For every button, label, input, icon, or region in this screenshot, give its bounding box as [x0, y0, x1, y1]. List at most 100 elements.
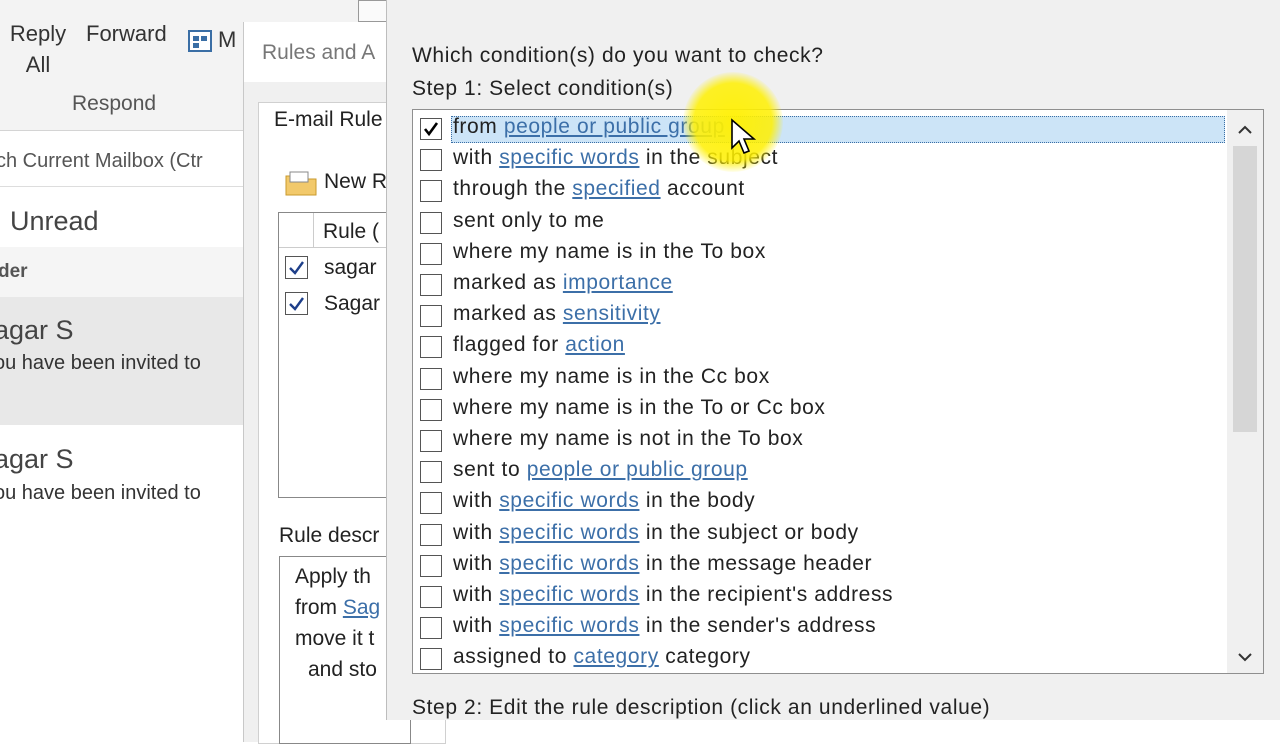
condition-value-link[interactable]: specific words	[499, 489, 639, 512]
condition-checkbox[interactable]	[420, 554, 442, 577]
condition-checkbox[interactable]	[420, 367, 442, 390]
condition-checkbox[interactable]	[420, 149, 442, 172]
conditions-scrollbar[interactable]	[1227, 110, 1263, 673]
condition-text: where my name is in the To or Cc box	[453, 395, 826, 419]
condition-text: marked as	[453, 302, 563, 326]
condition-checkbox[interactable]	[420, 648, 442, 671]
condition-text: in the recipient's address	[639, 583, 894, 606]
condition-text: with	[453, 520, 500, 544]
condition-value-link[interactable]: specific words	[499, 614, 639, 637]
reply-all-button[interactable]: Reply All	[6, 18, 70, 80]
condition-value-link[interactable]: specific words	[499, 552, 639, 575]
rule-row[interactable]: Sagar	[279, 287, 399, 321]
condition-checkbox[interactable]	[420, 617, 442, 640]
condition-label: assigned to category category	[453, 645, 751, 669]
condition-text: flagged for	[453, 333, 566, 357]
condition-label: with specific words in the message heade…	[453, 552, 872, 576]
reply-all-label-line1: Reply	[9, 21, 67, 46]
condition-row[interactable]: marked as sensitivity	[413, 300, 1225, 331]
condition-text: in the subject or body	[639, 520, 859, 544]
condition-row[interactable]: flagged for action	[413, 331, 1225, 362]
condition-label: flagged for action	[453, 333, 625, 357]
condition-value-link[interactable]: specific words	[499, 146, 639, 169]
scroll-thumb[interactable]	[1233, 146, 1257, 432]
condition-row[interactable]: where my name is not in the To box	[413, 425, 1225, 456]
filter-unread-tab[interactable]: Unread	[10, 206, 99, 237]
condition-text: category	[658, 645, 751, 669]
condition-row[interactable]: with specific words in the subject or bo…	[413, 519, 1225, 550]
condition-row[interactable]: from people or public group	[413, 113, 1225, 144]
condition-row[interactable]: with specific words in the sender's addr…	[413, 612, 1225, 643]
condition-label: sent to people or public group	[453, 458, 748, 482]
condition-row[interactable]: with specific words in the body	[413, 487, 1225, 518]
condition-text: marked as	[453, 271, 563, 294]
dialog-title: Rules and A	[262, 41, 376, 64]
description-sender-link[interactable]: Sag	[343, 596, 380, 619]
condition-value-link[interactable]: importance	[563, 271, 673, 294]
condition-checkbox[interactable]	[420, 586, 442, 608]
new-rule-icon	[284, 170, 318, 201]
forward-label: Forward	[86, 21, 167, 46]
condition-value-link[interactable]: category	[573, 645, 658, 668]
condition-row[interactable]: through the specified account	[413, 175, 1225, 206]
condition-checkbox[interactable]	[420, 398, 442, 421]
tab-email-rules[interactable]: E-mail Rule	[274, 108, 383, 132]
condition-value-link[interactable]: specific words	[499, 583, 639, 606]
condition-text: in the message header	[639, 551, 873, 575]
condition-text: with	[453, 551, 500, 575]
condition-checkbox[interactable]	[420, 118, 442, 140]
condition-row[interactable]: where my name is in the To or Cc box	[413, 394, 1225, 425]
more-respond-button[interactable]: M	[188, 24, 248, 55]
condition-label: with specific words in the sender's addr…	[453, 614, 876, 638]
condition-checkbox[interactable]	[420, 211, 442, 234]
condition-checkbox[interactable]	[420, 305, 442, 328]
forward-button[interactable]: Forward	[86, 18, 167, 49]
condition-label: where my name is in the To box	[453, 240, 766, 264]
folder-header-label: der	[0, 261, 28, 282]
condition-row[interactable]: where my name is in the To box	[413, 238, 1225, 269]
search-mailbox-input[interactable]: ch Current Mailbox (Ctr	[0, 150, 203, 173]
respond-group-label: Respond	[72, 92, 157, 115]
condition-checkbox[interactable]	[420, 242, 442, 265]
condition-value-link[interactable]: sensitivity	[563, 302, 661, 325]
rule-enabled-checkbox[interactable]	[285, 292, 308, 315]
divider	[0, 186, 243, 187]
condition-checkbox[interactable]	[420, 461, 442, 484]
condition-checkbox[interactable]	[420, 180, 442, 203]
condition-label: where my name is in the Cc box	[453, 365, 770, 389]
mouse-cursor-icon	[730, 118, 757, 163]
mail-preview: ou have been invited to	[0, 352, 201, 374]
condition-row[interactable]: where my name is in the Cc box	[413, 363, 1225, 394]
condition-checkbox[interactable]	[420, 274, 442, 296]
condition-checkbox[interactable]	[420, 430, 442, 452]
condition-row[interactable]: sent only to me	[413, 207, 1225, 238]
condition-text: in the subject	[639, 146, 779, 170]
rule-row[interactable]: sagar	[279, 251, 399, 285]
condition-text: where my name is in the To box	[453, 239, 766, 263]
condition-row[interactable]: with specific words in the subject	[413, 144, 1225, 175]
mail-sender: agar S	[0, 444, 74, 474]
condition-value-link[interactable]: specified	[572, 177, 660, 200]
condition-row[interactable]: marked as importance	[413, 269, 1225, 300]
condition-value-link[interactable]: people or public group	[504, 115, 725, 138]
condition-row[interactable]: with specific words in the recipient's a…	[413, 581, 1225, 612]
condition-value-link[interactable]: specific words	[499, 521, 639, 544]
rule-enabled-checkbox[interactable]	[285, 256, 308, 279]
column-header-rule[interactable]: Rule (	[323, 220, 379, 244]
condition-text: with	[453, 489, 500, 513]
condition-text: in the body	[639, 489, 756, 513]
condition-text: with	[453, 146, 500, 170]
scroll-down-arrow-icon[interactable]	[1235, 647, 1255, 667]
condition-value-link[interactable]: people or public group	[527, 458, 748, 481]
mail-item-selected[interactable]: agar S ou have been invited to	[0, 297, 243, 425]
mail-item[interactable]: agar S ou have been invited to	[0, 428, 243, 556]
condition-row[interactable]: assigned to category category	[413, 643, 1225, 673]
scroll-up-arrow-icon[interactable]	[1235, 120, 1255, 140]
condition-checkbox[interactable]	[420, 492, 442, 515]
condition-checkbox[interactable]	[420, 523, 442, 546]
condition-row[interactable]: sent to people or public group	[413, 456, 1225, 487]
rule-name: Sagar	[324, 292, 381, 315]
condition-value-link[interactable]: action	[565, 333, 625, 356]
condition-checkbox[interactable]	[420, 336, 442, 359]
condition-row[interactable]: with specific words in the message heade…	[413, 550, 1225, 581]
